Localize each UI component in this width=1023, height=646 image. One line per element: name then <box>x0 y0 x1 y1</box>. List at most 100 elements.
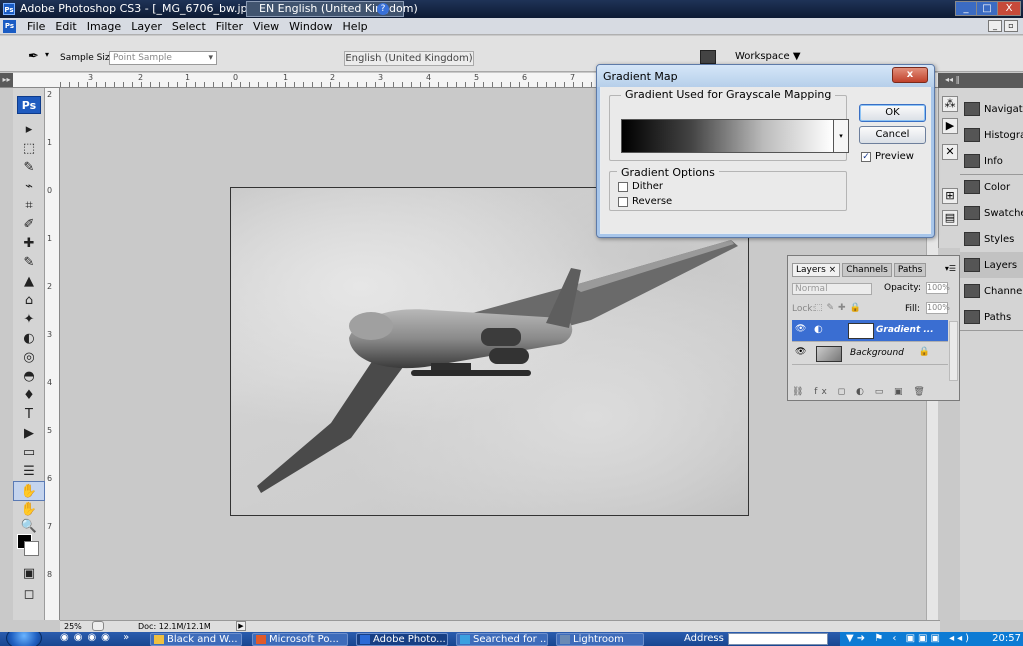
close-window-button[interactable]: X <box>997 1 1021 16</box>
ok-button[interactable]: OK <box>859 104 926 122</box>
gradient-picker-arrow-icon[interactable]: ▾ <box>834 119 849 153</box>
dialog-close-button[interactable]: x <box>892 67 928 83</box>
task-black-and-white[interactable]: Black and W... <box>150 633 242 646</box>
document-restore-icon[interactable]: ▫ <box>1004 20 1018 32</box>
tab-channels[interactable]: Channels <box>842 263 892 277</box>
gradient-preview[interactable] <box>621 119 834 153</box>
vertical-ruler[interactable]: 2 1 0 1 2 3 4 5 6 7 8 <box>45 88 60 620</box>
panel-dock-header[interactable]: ◂◂ ‖ <box>938 73 1023 88</box>
tab-layers[interactable]: Layers × <box>792 263 841 277</box>
quick-mask-icon[interactable]: ▣ <box>13 564 45 584</box>
menu-window[interactable]: Window <box>284 19 337 34</box>
task-search-results[interactable]: Searched for ... <box>456 633 548 646</box>
panel-swatches[interactable]: Swatches <box>960 200 1023 226</box>
lasso-tool-icon[interactable]: ✎ <box>13 158 45 178</box>
language-bar[interactable]: EN English (United Kingdom) ? <box>246 1 418 17</box>
opacity-field[interactable]: 100% <box>926 282 950 294</box>
tool-preset-arrow-icon[interactable]: ▾ <box>45 50 49 59</box>
panel-menu-icon[interactable]: ▾☰ <box>945 264 956 273</box>
document-minimize-icon[interactable]: _ <box>988 20 1002 32</box>
healing-brush-tool-icon[interactable]: ✚ <box>13 234 45 254</box>
panel-info[interactable]: Info <box>960 148 1023 174</box>
layer-thumbnail[interactable] <box>816 346 842 362</box>
menu-layer[interactable]: Layer <box>126 19 167 34</box>
layer-name[interactable]: Background <box>850 348 904 358</box>
panel-styles[interactable]: Styles <box>960 226 1023 252</box>
pen-tool-icon[interactable]: ♦ <box>13 386 45 406</box>
eye-icon[interactable]: 👁 <box>795 324 806 334</box>
blend-mode-select[interactable]: Normal <box>792 283 872 295</box>
eraser-tool-icon[interactable]: ✦ <box>13 310 45 330</box>
tray-icons[interactable]: ▼➜ ⚑ ‹ ▣▣▣ ◂◂) <box>846 633 972 644</box>
background-color-swatch[interactable] <box>24 541 39 556</box>
layers-footer-icons[interactable]: ⛓ fx ◻ ◐ ▭ ▣ 🗑 <box>792 387 929 397</box>
zoom-preview-icon[interactable] <box>92 621 104 631</box>
blur-tool-icon[interactable]: ◎ <box>13 348 45 368</box>
slice-tool-icon[interactable]: ✐ <box>13 215 45 235</box>
shape-tool-icon[interactable]: ▭ <box>13 443 45 463</box>
screen-mode-icon[interactable]: ◻ <box>13 585 45 605</box>
layer-row-gradient-map[interactable]: 👁 ◐ Gradient ... <box>792 320 948 342</box>
menu-image[interactable]: Image <box>82 19 126 34</box>
dialog-title-bar[interactable]: Gradient Map x <box>597 65 934 87</box>
clone-stamp-tool-icon[interactable]: ▲ <box>13 272 45 292</box>
menu-file[interactable]: File <box>22 19 50 34</box>
tool-presets-icon[interactable]: ✕ <box>942 144 958 160</box>
path-selection-tool-icon[interactable]: ▶ <box>13 424 45 444</box>
layer-row-background[interactable]: 👁 Background 🔒 <box>792 343 948 365</box>
task-microsoft-powerpoint[interactable]: Microsoft Po... <box>252 633 348 646</box>
crop-tool-icon[interactable]: ⌗ <box>13 196 45 216</box>
history-brush-tool-icon[interactable]: ⌂ <box>13 291 45 311</box>
task-lightroom[interactable]: Lightroom <box>556 633 644 646</box>
menu-help[interactable]: Help <box>338 19 373 34</box>
zoom-level[interactable]: 25% <box>64 622 82 631</box>
gradient-tool-icon[interactable]: ◐ <box>13 329 45 349</box>
fill-field[interactable]: 100% <box>926 302 950 314</box>
move-tool-icon[interactable]: ▸ <box>13 120 45 140</box>
panel-layers[interactable]: Layers <box>960 252 1023 278</box>
preview-checkbox[interactable]: ✓ <box>861 152 871 162</box>
menu-view[interactable]: View <box>248 19 284 34</box>
cancel-button[interactable]: Cancel <box>859 126 926 144</box>
panel-navigator[interactable]: Navigator <box>960 96 1023 122</box>
panel-paths[interactable]: Paths <box>960 304 1023 330</box>
task-adobe-photoshop[interactable]: Adobe Photo... <box>356 633 448 646</box>
menu-select[interactable]: Select <box>167 19 211 34</box>
maximize-button[interactable]: □ <box>976 1 998 16</box>
eyedropper-icon[interactable]: ✒ <box>28 49 39 64</box>
photoshop-logo[interactable]: Ps <box>17 96 41 114</box>
marquee-tool-icon[interactable]: ⬚ <box>13 139 45 159</box>
eyedropper-tool-icon[interactable]: ✋ <box>13 481 45 501</box>
language-indicator[interactable]: English (United Kingdom) <box>344 51 474 66</box>
status-menu-arrow-icon[interactable]: ▶ <box>236 621 246 631</box>
document-icon[interactable]: Ps <box>3 20 16 33</box>
type-tool-icon[interactable]: T <box>13 405 45 425</box>
menu-filter[interactable]: Filter <box>211 19 248 34</box>
workspace-menu[interactable]: Workspace ▼ <box>735 51 801 62</box>
collapse-tools-icon[interactable]: ▸▸ <box>0 73 13 87</box>
panel-color[interactable]: Color <box>960 174 1023 200</box>
quick-launch-icons[interactable]: ◉◉◉◉ » <box>60 632 134 643</box>
dither-checkbox[interactable] <box>618 182 628 192</box>
sample-size-select[interactable]: Point Sample <box>109 51 217 65</box>
panel-channels[interactable]: Channels <box>960 278 1023 304</box>
reverse-checkbox[interactable] <box>618 197 628 207</box>
address-input[interactable] <box>728 633 828 645</box>
menu-edit[interactable]: Edit <box>50 19 81 34</box>
minimize-button[interactable]: _ <box>955 1 977 16</box>
layer-mask-thumbnail[interactable] <box>848 323 874 339</box>
help-icon[interactable]: ? <box>377 3 389 15</box>
dodge-tool-icon[interactable]: ◓ <box>13 367 45 387</box>
brushes-panel-icon[interactable]: ⁂ <box>942 96 958 112</box>
lock-options-icon[interactable]: ⬚✎✚🔒 <box>814 303 865 313</box>
magic-wand-tool-icon[interactable]: ⌁ <box>13 177 45 197</box>
clone-source-icon[interactable]: ⊞ <box>942 188 958 204</box>
tab-paths[interactable]: Paths <box>893 263 927 277</box>
history-panel-icon[interactable]: ▤ <box>942 210 958 226</box>
layer-name[interactable]: Gradient ... <box>876 325 934 335</box>
actions-panel-icon[interactable]: ▶ <box>942 118 958 134</box>
layers-scrollbar[interactable] <box>949 321 958 381</box>
start-button[interactable] <box>6 632 42 646</box>
eye-icon[interactable]: 👁 <box>795 347 806 357</box>
workspace-icon[interactable] <box>700 50 716 64</box>
